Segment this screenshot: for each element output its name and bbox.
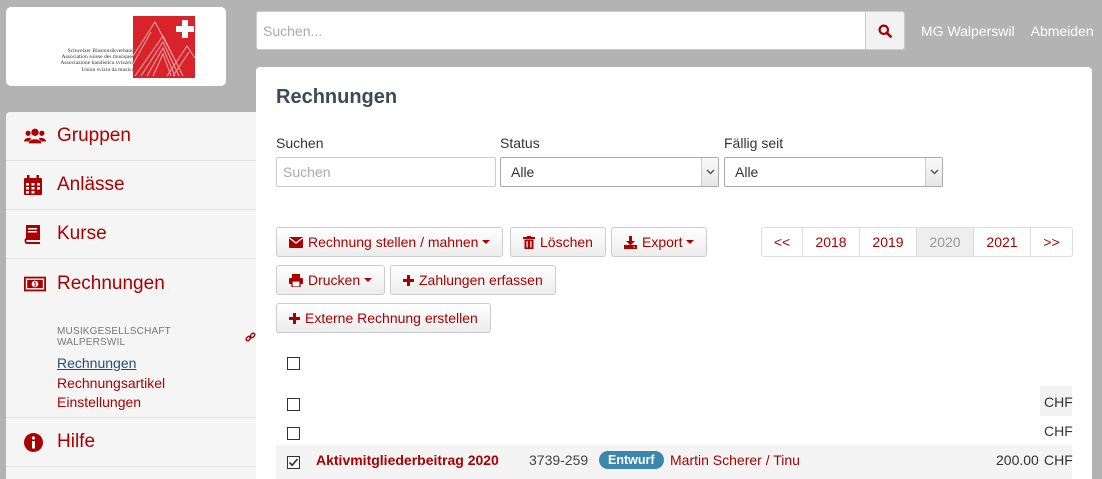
- pager-first[interactable]: <<: [761, 227, 803, 257]
- main-panel: Rechnungen Suchen Status Alle Fällig sei…: [256, 67, 1092, 479]
- pager-2018[interactable]: 2018: [802, 227, 860, 257]
- trash-icon: [523, 235, 535, 249]
- filter-due-label: Fällig seit: [724, 135, 784, 151]
- status-select-value: Alle: [511, 164, 535, 180]
- sidebar-item-gruppen[interactable]: Gruppen: [6, 112, 256, 161]
- logo[interactable]: Schweizer Blasmusikverband Association s…: [6, 7, 226, 86]
- logout-link[interactable]: Abmeiden: [1031, 23, 1094, 39]
- download-icon: [624, 235, 637, 249]
- table-row: [276, 416, 1072, 445]
- subnav-link-einstellungen[interactable]: Einstellungen: [57, 393, 256, 413]
- sidebar-subnav: Musikgesellschaft Walperswil Rechnungen …: [6, 308, 256, 418]
- caret-down-icon: [364, 278, 373, 282]
- chevron-down-icon: [701, 158, 718, 186]
- export-button[interactable]: Export: [611, 227, 708, 257]
- caret-down-icon: [482, 240, 491, 244]
- calendar-icon: [24, 175, 46, 195]
- sidebar-item-label: Gruppen: [57, 125, 131, 146]
- sidebar-item-rechnungen[interactable]: 1 Rechnungen: [6, 259, 256, 308]
- svg-text:1: 1: [33, 281, 37, 288]
- row-currency: CHF: [1044, 452, 1073, 468]
- envelope-icon: [289, 236, 303, 248]
- pager-last[interactable]: >>: [1030, 227, 1073, 257]
- row-currency: CHF: [1044, 423, 1073, 439]
- top-links: MG Walperswil Abmeiden: [921, 23, 1094, 39]
- subnav-link-rechnungen[interactable]: Rechnungen: [57, 354, 256, 374]
- create-invoice-label: Rechnung stellen / mahnen: [308, 234, 479, 250]
- export-label: Export: [642, 234, 683, 250]
- search-button[interactable]: [865, 11, 905, 50]
- search-icon: [878, 24, 892, 38]
- print-label: Drucken: [308, 272, 361, 288]
- logo-text: Schweizer Blasmusikverband Association s…: [14, 48, 134, 73]
- group-link[interactable]: MG Walperswil: [921, 23, 1015, 39]
- create-invoice-button[interactable]: Rechnung stellen / mahnen: [276, 227, 504, 257]
- caret-down-icon: [686, 240, 695, 244]
- check-icon: [288, 458, 299, 467]
- sidebar-item-anlaesse[interactable]: Anlässe: [6, 161, 256, 210]
- subnav-group-title: Musikgesellschaft Walperswil: [57, 326, 256, 348]
- recipient-link[interactable]: Martin Scherer / Tinu: [670, 452, 800, 468]
- swiss-cross-logo-icon: [133, 16, 195, 78]
- global-search: [256, 11, 905, 50]
- pager-2019[interactable]: 2019: [859, 227, 917, 257]
- record-payments-label: Zahlungen erfassen: [419, 272, 543, 288]
- plus-icon: [289, 312, 300, 324]
- print-button[interactable]: Drucken: [276, 265, 386, 295]
- subnav-link-rechnungsartikel[interactable]: Rechnungsartikel: [57, 374, 256, 394]
- record-payments-button[interactable]: Zahlungen erfassen: [390, 265, 556, 295]
- sidebar-item-hilfe[interactable]: Hilfe: [6, 418, 256, 467]
- chevron-down-icon: [925, 158, 942, 186]
- filter-status: Status Alle: [500, 135, 719, 187]
- invoice-amount: 200.00: [996, 452, 1039, 468]
- search-input[interactable]: [256, 11, 865, 50]
- info-icon: [24, 432, 46, 452]
- row-currency: CHF: [1044, 394, 1073, 410]
- due-select-value: Alle: [735, 164, 759, 180]
- filter-search: Suchen: [276, 135, 496, 187]
- sidebar-item-kurse[interactable]: Kurse: [6, 210, 256, 259]
- delete-label: Löschen: [540, 234, 593, 250]
- row-checkbox[interactable]: [287, 427, 300, 440]
- pager-2021[interactable]: 2021: [973, 227, 1031, 257]
- sidebar-item-label: Anlässe: [57, 174, 125, 195]
- sidebar: Gruppen Anlässe Kurse 1 Rechnungen MUSIK…: [6, 112, 256, 479]
- delete-button[interactable]: Löschen: [510, 227, 606, 257]
- print-icon: [289, 273, 303, 287]
- book-icon: [24, 224, 46, 244]
- row-checkbox[interactable]: [287, 398, 300, 411]
- subnav-group-label: Musikgesellschaft Walperswil: [57, 326, 171, 348]
- link-icon[interactable]: [245, 332, 256, 343]
- invoice-number: 3739-259: [529, 452, 589, 468]
- money-icon: 1: [24, 276, 46, 292]
- sidebar-item-label: Rechnungen: [57, 272, 165, 294]
- status-select[interactable]: Alle: [500, 157, 719, 187]
- status-badge: Entwurf: [599, 451, 664, 469]
- sidebar-item-label: Kurse: [57, 223, 107, 244]
- logo-line: Uniun svizra da musica: [81, 66, 134, 73]
- pager-2020[interactable]: 2020: [916, 227, 974, 257]
- users-icon: [24, 127, 46, 145]
- filter-status-label: Status: [500, 135, 540, 151]
- filter-search-input[interactable]: [276, 157, 496, 187]
- row-checkbox-checked[interactable]: [287, 456, 300, 469]
- page-title: Rechnungen: [276, 86, 398, 108]
- sidebar-item-label: Hilfe: [57, 431, 96, 452]
- external-invoice-button[interactable]: Externe Rechnung erstellen: [276, 303, 491, 333]
- plus-icon: [403, 274, 414, 286]
- invoice-title-link[interactable]: Aktivmitgliederbeitrag 2020: [316, 452, 499, 468]
- due-select[interactable]: Alle: [724, 157, 943, 187]
- year-pager: << 2018 2019 2020 2021 >>: [761, 227, 1073, 257]
- select-all-checkbox[interactable]: [287, 357, 300, 370]
- filter-search-label: Suchen: [276, 135, 324, 151]
- external-invoice-label: Externe Rechnung erstellen: [305, 310, 478, 326]
- filter-due: Fällig seit Alle: [724, 135, 943, 187]
